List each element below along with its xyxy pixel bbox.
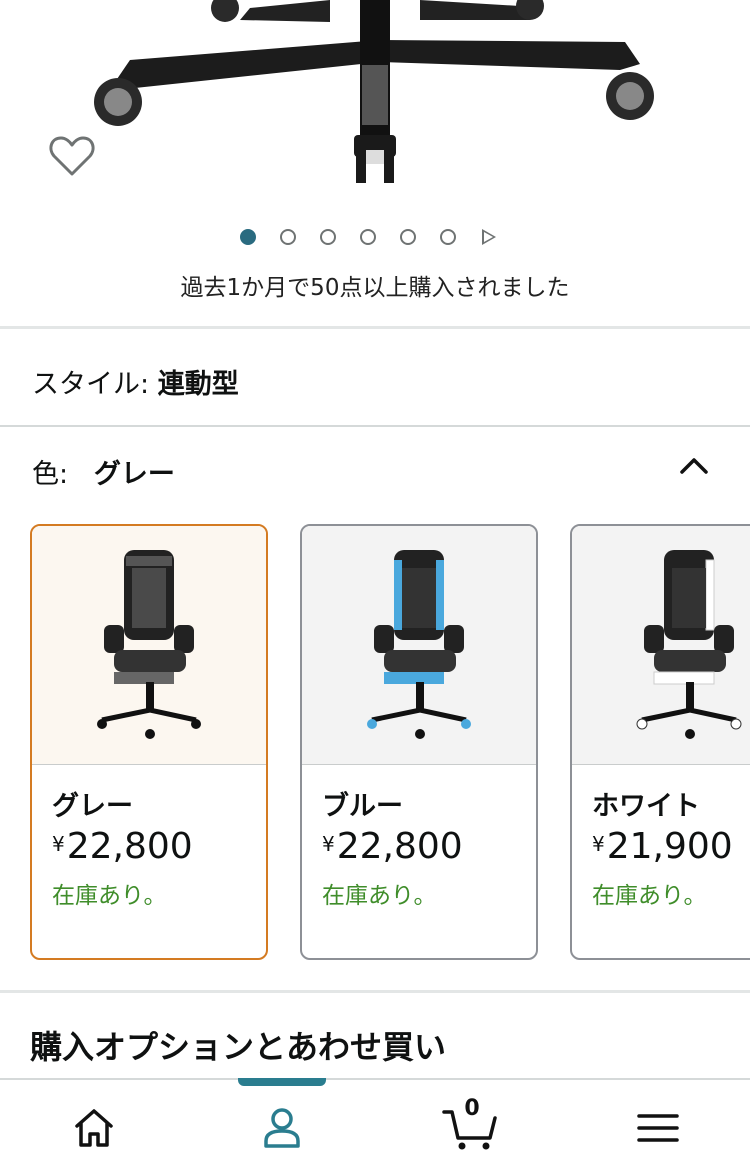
color-selector[interactable]: 色: グレー [32,452,175,491]
divider [0,425,750,427]
cart-icon[interactable]: 0 [442,1096,498,1152]
color-value: グレー [93,459,175,490]
home-icon[interactable] [70,1104,118,1152]
carousel-dot[interactable] [320,229,336,245]
carousel-dots[interactable] [240,226,496,248]
style-label: スタイル: [32,369,150,400]
variant-image [32,526,266,765]
variant-card-white[interactable]: ホワイト ¥21,900 在庫あり。 [570,524,750,960]
menu-icon[interactable] [634,1104,682,1152]
bought-count-text: 過去1か月で50点以上購入されました [180,275,570,301]
color-label: 色: [32,459,69,490]
variant-price: ¥22,800 [322,826,463,867]
active-tab-indicator [238,1078,326,1086]
carousel-dot[interactable] [360,229,376,245]
variant-name: ブルー [322,791,403,822]
play-video-icon[interactable] [482,229,496,245]
variant-price: ¥21,900 [592,826,733,867]
account-icon[interactable] [258,1104,306,1152]
product-image[interactable] [0,0,750,220]
variant-image [302,526,536,765]
section-title: 購入オプションとあわせ買い [30,1028,447,1066]
variant-stock: 在庫あり。 [52,883,167,909]
variant-card-blue[interactable]: ブルー ¥22,800 在庫あり。 [300,524,538,960]
heart-icon[interactable] [46,130,98,182]
variant-name: ホワイト [592,791,700,822]
variant-name: グレー [52,791,133,822]
carousel-dot[interactable] [400,229,416,245]
carousel-dot[interactable] [280,229,296,245]
divider [0,990,750,993]
divider [0,326,750,329]
carousel-dot[interactable] [240,229,256,245]
bottom-tab-bar: 0 [0,1078,750,1174]
variant-stock: 在庫あり。 [592,883,707,909]
color-variant-list[interactable]: グレー ¥22,800 在庫あり。 ブルー ¥22,800 在庫あり。 ホワイト… [30,524,750,964]
carousel-dot[interactable] [440,229,456,245]
chevron-up-icon[interactable] [676,448,712,484]
style-selector[interactable]: スタイル: 連動型 [32,362,239,401]
variant-card-gray[interactable]: グレー ¥22,800 在庫あり。 [30,524,268,960]
variant-price: ¥22,800 [52,826,193,867]
variant-stock: 在庫あり。 [322,883,437,909]
cart-count-badge: 0 [464,1096,480,1121]
variant-image [572,526,750,765]
style-value: 連動型 [157,369,239,400]
